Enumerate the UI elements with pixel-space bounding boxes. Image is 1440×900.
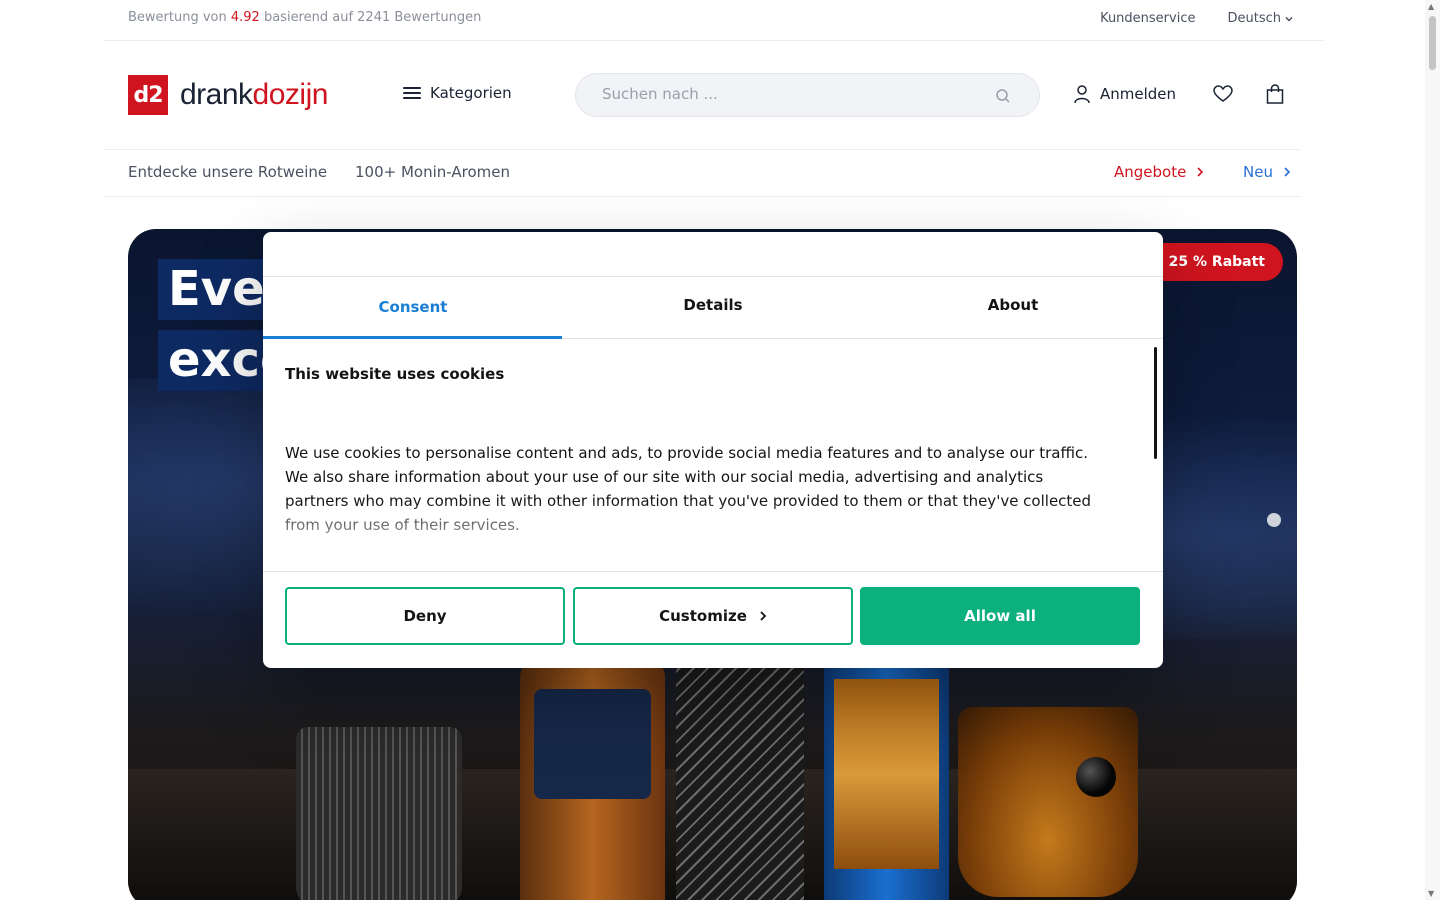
cookie-title: This website uses cookies	[285, 365, 505, 383]
hero-candle-glass	[296, 727, 462, 900]
categories-label: Kategorien	[430, 84, 512, 102]
offers-label: Angebote	[1114, 163, 1187, 181]
login-button[interactable]: Anmelden	[1073, 84, 1176, 104]
hero-patterned-bottle	[676, 659, 804, 900]
chevron-right-icon	[1284, 167, 1291, 177]
cookie-dialog-header	[263, 232, 1163, 277]
nav-bar: Entdecke unsere Rotweine 100+ Monin-Arom…	[104, 149, 1300, 197]
tab-consent[interactable]: Consent	[263, 277, 563, 339]
top-links: Kundenservice Deutsch	[1100, 11, 1294, 26]
cookie-scrollbar[interactable]	[1154, 347, 1157, 459]
logo-text-dozijn: dozijn	[252, 78, 329, 111]
page: Bewertung von 4.92 basierend auf 2241 Be…	[0, 0, 1440, 900]
nav-link-new[interactable]: Neu	[1243, 163, 1291, 181]
logo-text: drankdozijn	[180, 78, 328, 112]
rating-score: 4.92	[230, 10, 260, 25]
allow-all-label: Allow all	[964, 607, 1036, 625]
deny-button[interactable]: Deny	[285, 587, 565, 645]
scroll-down-icon[interactable]: ▼	[1428, 889, 1434, 898]
heart-icon[interactable]	[1213, 85, 1233, 103]
page-scrollbar[interactable]: ▲ ▼	[1425, 0, 1440, 900]
carousel-dot[interactable]	[1267, 513, 1281, 527]
logo-mark: d2	[128, 75, 168, 115]
nav-link-offers[interactable]: Angebote	[1114, 163, 1204, 181]
search-bar	[575, 73, 1040, 117]
login-label: Anmelden	[1100, 85, 1177, 103]
chevron-right-icon	[760, 611, 767, 621]
hero-rum-bottle	[520, 659, 665, 900]
rating-prefix: Bewertung von	[128, 10, 231, 25]
categories-button[interactable]: Kategorien	[403, 84, 512, 102]
language-select[interactable]: Deutsch	[1227, 11, 1294, 26]
chevron-down-icon	[1285, 16, 1293, 22]
logo-text-drank: drank	[180, 78, 253, 111]
cookie-tabs: Consent Details About	[263, 277, 1163, 339]
hero-cherry	[1076, 757, 1116, 797]
cookie-text-fade	[263, 501, 1143, 571]
rating-suffix: basierend auf 2241 Bewertungen	[259, 10, 482, 25]
hero-whisky-bottle	[824, 659, 949, 900]
rating-summary: Bewertung von 4.92 basierend auf 2241 Be…	[128, 10, 481, 25]
cookie-body: This website uses cookies We use cookies…	[263, 339, 1163, 571]
customize-label: Customize	[659, 607, 747, 625]
menu-icon	[403, 87, 421, 99]
bag-icon[interactable]	[1266, 84, 1284, 104]
scrollbar-thumb[interactable]	[1429, 16, 1436, 70]
search-input[interactable]	[602, 85, 982, 103]
hero-cocktail-glass	[958, 707, 1138, 897]
top-bar: Bewertung von 4.92 basierend auf 2241 Be…	[104, 0, 1324, 41]
customize-button[interactable]: Customize	[573, 587, 853, 645]
language-label: Deutsch	[1227, 11, 1281, 26]
scroll-up-icon[interactable]: ▲	[1428, 2, 1434, 11]
header: d2 drankdozijn Kategorien Anmelden	[0, 41, 1440, 149]
cookie-actions: Deny Customize Allow all	[263, 571, 1163, 667]
deny-label: Deny	[403, 607, 447, 625]
chevron-right-icon	[1197, 167, 1204, 177]
nav-link-monin[interactable]: 100+ Monin-Aromen	[355, 163, 510, 181]
customer-service-link[interactable]: Kundenservice	[1100, 11, 1195, 26]
nav-link-red-wines[interactable]: Entdecke unsere Rotweine	[128, 163, 327, 181]
logo[interactable]: d2 drankdozijn	[128, 75, 328, 115]
user-icon	[1074, 85, 1090, 104]
cookie-dialog: Consent Details About This website uses …	[263, 232, 1163, 668]
tab-details[interactable]: Details	[563, 277, 863, 338]
tab-about[interactable]: About	[863, 277, 1163, 338]
search-icon[interactable]	[995, 88, 1011, 104]
new-label: Neu	[1243, 163, 1273, 181]
allow-all-button[interactable]: Allow all	[860, 587, 1140, 645]
